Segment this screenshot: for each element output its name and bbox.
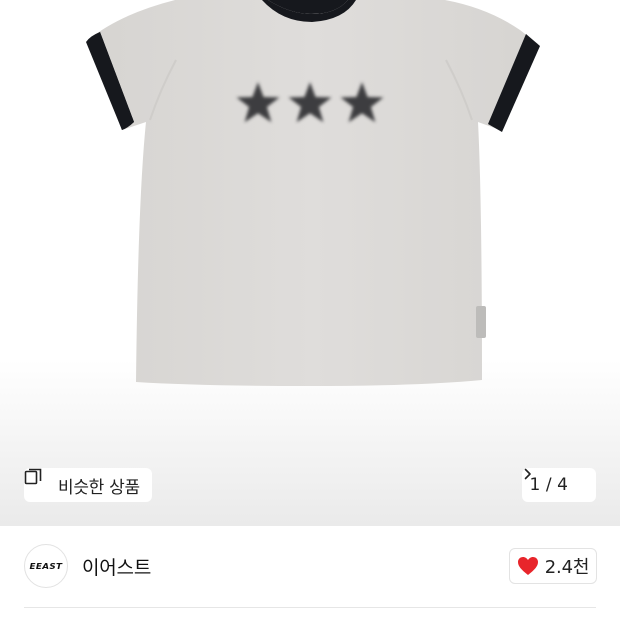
- similar-products-label: 비슷한 상품: [58, 477, 140, 498]
- pager-separator: /: [545, 475, 553, 495]
- shirt-body: [88, 0, 538, 386]
- brand-row: EEAST 이어스트 2.4천: [0, 526, 620, 620]
- like-button[interactable]: 2.4천: [509, 548, 597, 584]
- brand-logo[interactable]: EEAST: [24, 544, 68, 588]
- t-shirt-illustration: [86, 0, 540, 386]
- product-detail-page: 비슷한 상품 1 / 4 EEAST 이어스트 2.4천: [0, 0, 620, 620]
- heart-icon: [517, 556, 539, 576]
- similar-products-icon: [24, 468, 52, 494]
- chevron-right-icon: [524, 468, 588, 491]
- image-pager[interactable]: 1 / 4: [522, 468, 596, 502]
- similar-products-button[interactable]: 비슷한 상품: [24, 468, 152, 502]
- brand-logo-text: EEAST: [29, 561, 63, 571]
- divider: [24, 607, 596, 608]
- side-tag: [476, 306, 486, 338]
- pager-total: 4: [557, 475, 569, 495]
- brand-name[interactable]: 이어스트: [82, 553, 151, 580]
- like-count: 2.4천: [544, 557, 590, 578]
- product-image[interactable]: 비슷한 상품 1 / 4: [0, 0, 620, 526]
